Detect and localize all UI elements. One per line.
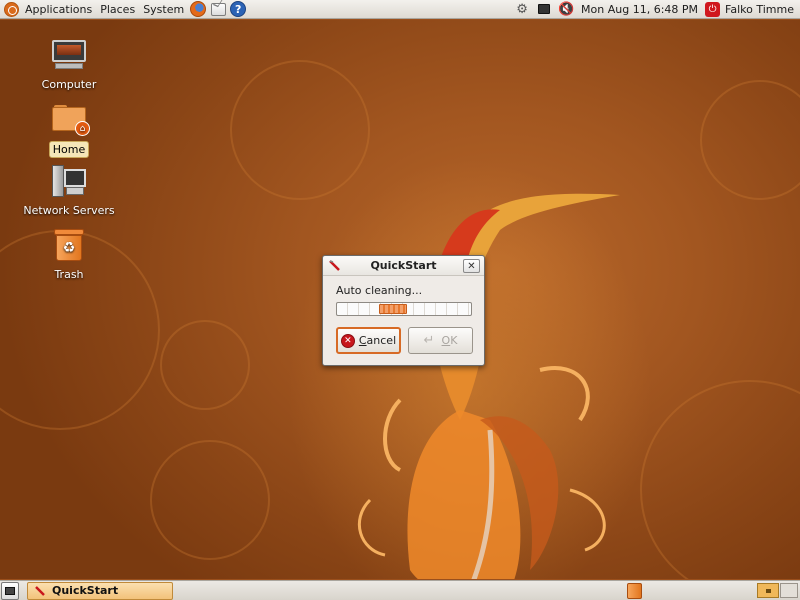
help-icon: ? — [230, 1, 247, 17]
taskbar-quickstart-label: QuickStart — [52, 584, 119, 597]
user-switcher-icon[interactable]: ⏻ — [705, 1, 721, 17]
progress-bar — [336, 302, 472, 316]
show-desktop-button[interactable] — [1, 581, 19, 600]
user-name[interactable]: Falko Timme — [723, 3, 800, 16]
cancel-icon: ✕ — [340, 333, 355, 348]
heron-wallpaper-art — [357, 193, 620, 579]
bottom-panel: QuickStart — [0, 580, 800, 600]
applications-menu[interactable]: Applications — [21, 0, 96, 19]
network-servers-desktop-icon[interactable]: Network Servers — [21, 162, 117, 218]
progress-pulse — [379, 304, 407, 314]
ubuntu-logo-icon[interactable] — [4, 1, 19, 17]
mail-launcher[interactable] — [209, 0, 227, 18]
system-menu[interactable]: System — [139, 0, 188, 19]
ok-enter-icon: ↵ — [423, 332, 435, 348]
network-servers-label: Network Servers — [23, 204, 115, 217]
trash-icon: ♻ — [54, 229, 84, 261]
home-folder-icon: ⌂ — [52, 105, 90, 136]
show-desktop-icon — [5, 586, 15, 595]
places-menu[interactable]: Places — [96, 0, 139, 19]
ok-button[interactable]: ↵ OK — [408, 327, 473, 354]
top-panel: Applications Places System ? ⚙ 🔇 Mon Aug… — [0, 0, 800, 19]
mail-icon — [210, 2, 226, 16]
quickstart-task-icon — [35, 585, 45, 596]
dialog-title: QuickStart — [370, 259, 437, 272]
home-desktop-icon[interactable]: ⌂ Home — [21, 100, 117, 158]
close-button[interactable]: ✕ — [463, 259, 480, 273]
network-monitor-icon[interactable] — [536, 1, 552, 17]
computer-label: Computer — [41, 78, 97, 91]
firefox-launcher[interactable] — [189, 0, 207, 18]
trash-label: Trash — [54, 268, 84, 281]
computer-icon — [51, 40, 87, 70]
help-launcher[interactable]: ? — [229, 0, 247, 18]
workspace-1[interactable] — [757, 583, 779, 598]
volume-icon[interactable]: 🔇 — [558, 1, 574, 17]
quickstart-app-icon — [329, 260, 340, 271]
firefox-icon — [190, 1, 207, 17]
quickstart-dialog: QuickStart ✕ Auto cleaning... ✕ Cancel ↵… — [322, 255, 485, 366]
close-icon: ✕ — [467, 260, 476, 272]
settings-gear-icon[interactable]: ⚙ — [514, 1, 530, 17]
taskbar-quickstart-button[interactable]: QuickStart — [27, 581, 173, 600]
clock[interactable]: Mon Aug 11, 6:48 PM — [577, 3, 702, 16]
panel-trash-icon[interactable] — [627, 583, 642, 599]
trash-desktop-icon[interactable]: ♻ Trash — [21, 226, 117, 282]
home-label: Home — [48, 141, 90, 158]
computer-desktop-icon[interactable]: Computer — [21, 36, 117, 92]
dialog-titlebar[interactable]: QuickStart ✕ — [323, 256, 484, 276]
network-servers-icon — [52, 165, 86, 197]
ok-label: OK — [441, 334, 458, 347]
cancel-button[interactable]: ✕ Cancel — [336, 327, 401, 354]
cancel-label: Cancel — [358, 334, 397, 347]
workspace-2[interactable] — [780, 583, 798, 598]
status-text: Auto cleaning... — [336, 284, 423, 297]
